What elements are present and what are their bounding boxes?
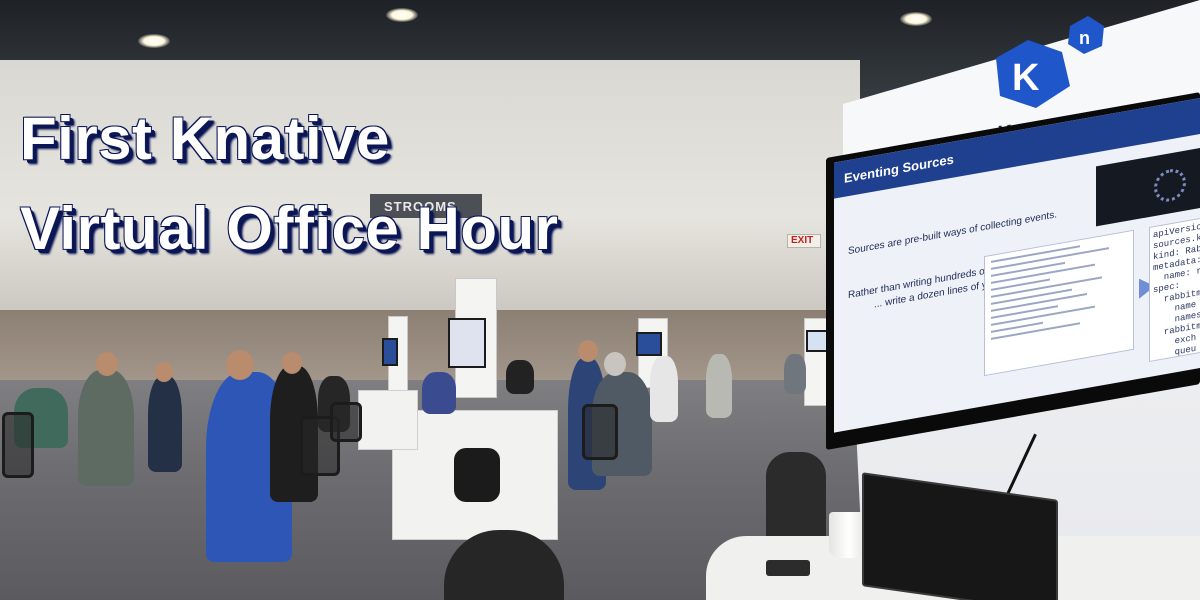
svg-text:K: K	[1012, 57, 1040, 99]
attendee	[78, 370, 134, 486]
headline-line-2: Virtual Office Hour	[20, 195, 559, 262]
attendee-head	[282, 352, 302, 374]
attendee	[784, 354, 806, 394]
ceiling-light	[386, 8, 418, 22]
slide-yaml-block: apiVersio sources.kn kind: Rabb metadata…	[1149, 216, 1200, 363]
attendee	[706, 354, 732, 418]
booth-screen	[636, 332, 662, 356]
attendee	[422, 372, 456, 414]
exit-sign: EXIT	[787, 234, 821, 248]
ceiling-light	[138, 34, 170, 48]
booth-table	[358, 390, 418, 450]
chair	[582, 404, 618, 460]
attendee-head	[155, 362, 173, 382]
attendee	[506, 360, 534, 394]
knative-logo-icon: K n	[996, 16, 1104, 108]
attendee-head	[226, 350, 254, 380]
attendee	[650, 356, 678, 422]
slide-code-block	[984, 229, 1134, 377]
back-wall	[0, 60, 860, 320]
attendee-head	[96, 352, 118, 376]
slide-image	[1096, 148, 1200, 227]
monitor-screen: Eventing Sources Sources are pre-built w…	[834, 98, 1200, 433]
booth-screen	[382, 338, 398, 366]
chair	[330, 402, 362, 442]
chair	[2, 412, 34, 478]
attendee-head	[578, 340, 598, 362]
ceiling-light	[900, 12, 932, 26]
svg-text:n: n	[1079, 28, 1090, 48]
phone	[766, 560, 810, 576]
backpack	[454, 448, 500, 502]
booth-screen	[448, 318, 486, 368]
attendee	[148, 376, 182, 472]
photo-scene: STROOMS EXIT K n Knative Eventin	[0, 0, 1200, 600]
headline-line-1: First Knative	[20, 105, 390, 172]
attendee-head	[604, 352, 626, 376]
